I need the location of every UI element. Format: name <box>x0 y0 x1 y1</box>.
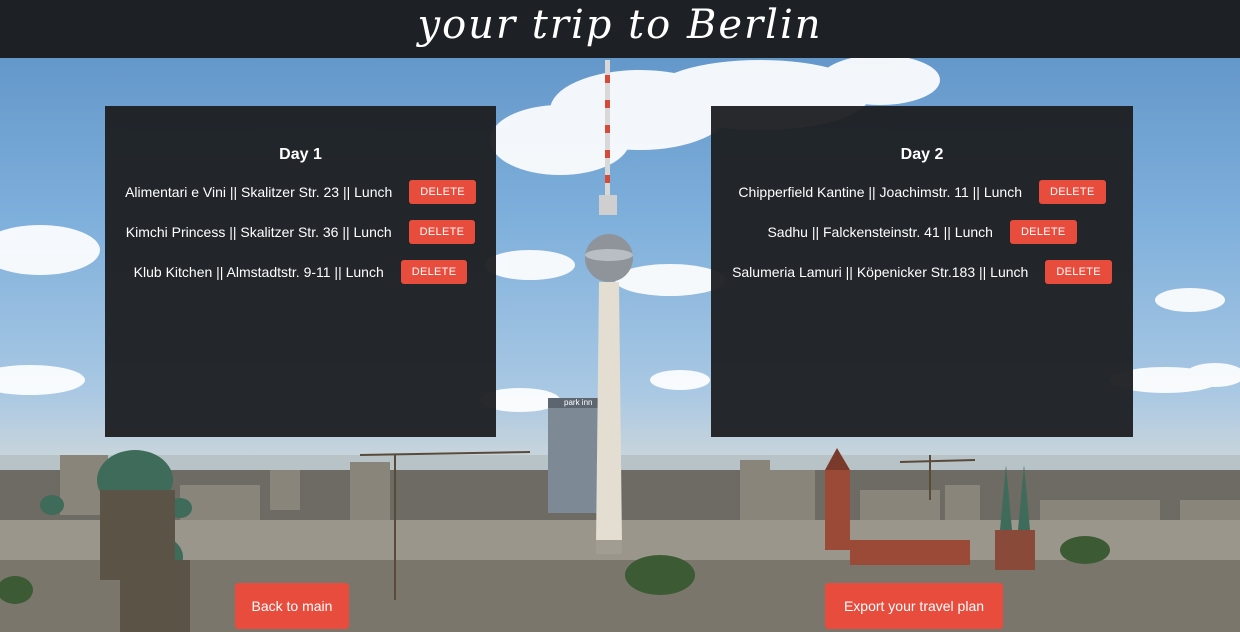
page-header: your trip to Berlin <box>0 0 1240 58</box>
delete-button[interactable]: DELETE <box>1038 180 1106 204</box>
list-item: Salumeria Lamuri || Köpenicker Str.183 |… <box>711 260 1133 284</box>
hotel-sign: park inn <box>564 398 592 407</box>
list-item: Klub Kitchen || Almstadtstr. 9-11 || Lun… <box>105 260 496 284</box>
day-1-title: Day 1 <box>279 146 322 163</box>
item-text: Chipperfield Kantine || Joachimstr. 11 |… <box>738 184 1022 200</box>
day-1-item-list: Alimentari e Vini || Skalitzer Str. 23 |… <box>105 180 496 284</box>
delete-button[interactable]: DELETE <box>409 180 476 204</box>
list-item: Alimentari e Vini || Skalitzer Str. 23 |… <box>105 180 496 204</box>
day-1-panel: Day 1 Alimentari e Vini || Skalitzer Str… <box>105 106 496 437</box>
delete-button[interactable]: DELETE <box>408 220 476 244</box>
item-text: Klub Kitchen || Almstadtstr. 9-11 || Lun… <box>133 264 384 280</box>
item-text: Sadhu || Falckensteinstr. 41 || Lunch <box>767 224 993 240</box>
list-item: Chipperfield Kantine || Joachimstr. 11 |… <box>711 180 1133 204</box>
list-item: Kimchi Princess || Skalitzer Str. 36 || … <box>105 220 496 244</box>
list-item: Sadhu || Falckensteinstr. 41 || Lunch DE… <box>711 220 1133 244</box>
item-text: Kimchi Princess || Skalitzer Str. 36 || … <box>125 224 392 240</box>
back-to-main-button[interactable]: Back to main <box>235 583 349 629</box>
page-title: your trip to Berlin <box>417 2 823 48</box>
export-travel-plan-button[interactable]: Export your travel plan <box>825 583 1003 629</box>
delete-button[interactable]: DELETE <box>1009 220 1077 244</box>
day-2-item-list: Chipperfield Kantine || Joachimstr. 11 |… <box>711 180 1133 284</box>
item-text: Alimentari e Vini || Skalitzer Str. 23 |… <box>125 184 393 200</box>
item-text: Salumeria Lamuri || Köpenicker Str.183 |… <box>732 264 1029 280</box>
delete-button[interactable]: DELETE <box>1045 260 1112 284</box>
day-2-title: Day 2 <box>900 146 944 163</box>
day-2-panel: Day 2 Chipperfield Kantine || Joachimstr… <box>711 106 1133 437</box>
delete-button[interactable]: DELETE <box>400 260 468 284</box>
